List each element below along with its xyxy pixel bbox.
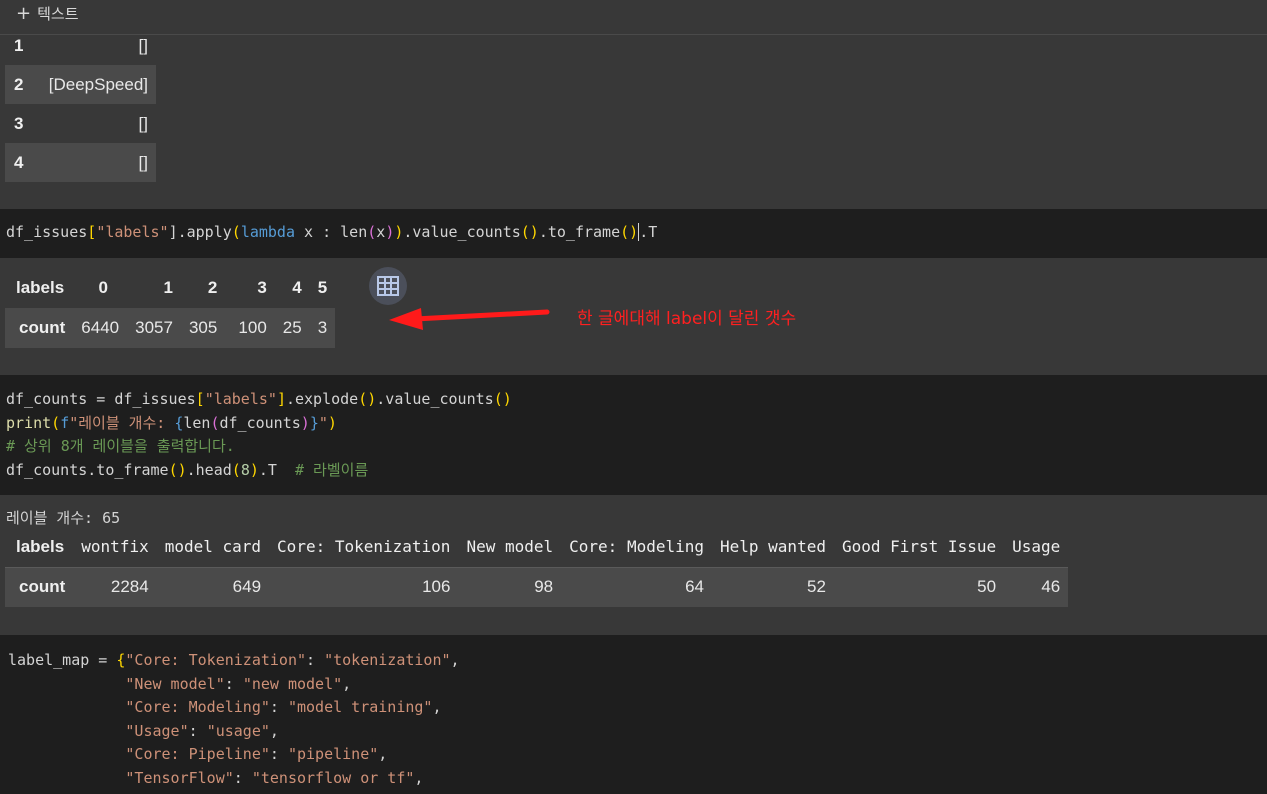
table-row: 4 [] [5,143,156,182]
previous-output-table: 1 [] 2 [DeepSpeed] 3 [] 4 [] [5,26,156,182]
table-cell: 25 [282,318,302,337]
row-index: 2 [14,74,24,94]
column-header: Core: Modeling [569,537,704,557]
header-labels: labels [16,536,65,556]
table-row: 3 [] [5,104,156,143]
row-index: 1 [14,35,24,55]
code-line: print(f"레이블 개수: {len(df_counts)}") [6,413,337,432]
table-cell: 649 [156,566,270,607]
code-cell-label-counts[interactable]: df_counts = df_issues["labels"].explode(… [0,375,1267,495]
row-index: 3 [14,113,24,133]
column-header: Core: Tokenization [277,537,451,557]
table-row: 2 [DeepSpeed] [5,65,156,104]
column-header: Good First Issue [841,537,997,557]
table-cell: 46 [1004,566,1069,607]
code-line: df_issues["labels"].apply(lambda x : len… [6,223,658,241]
annotation-text: 한 글에대해 label이 달린 갯수 [577,309,797,329]
code-line: df_counts.to_frame().head(8).T # 라벨이름 [6,460,369,479]
cell-toolbar: + 텍스트 [0,0,1267,35]
column-header: 2 [207,278,218,297]
row-value: [] [138,152,148,172]
row-value: [] [138,35,148,55]
code-line: "Core: Modeling": "model training", [125,698,442,716]
add-text-button[interactable]: + 텍스트 [16,3,79,24]
value-counts-table: labels 0 1 2 3 4 5 count 6440 3057 305 1… [5,268,336,348]
table-cell: 106 [269,566,459,607]
table-cell: 100 [238,318,267,337]
top-labels-table: labels wontfix model card Core: Tokeniza… [5,527,1069,607]
row-value: [] [138,113,148,133]
table-cell: 50 [833,566,1005,607]
table-header-row: labels 0 1 2 3 4 5 [5,268,335,308]
row-label-count: count [5,566,74,607]
table-icon [377,276,399,296]
table-row: count 2284 649 106 98 64 52 50 46 [5,566,1069,607]
row-label-count: count [19,318,66,337]
column-header: 4 [292,278,302,297]
header-labels: labels [16,278,65,297]
code-cell-label-map[interactable]: label_map = {"Core: Tokenization": "toke… [0,635,1267,794]
column-header: wontfix [81,537,149,557]
table-cell: 52 [712,566,834,607]
row-value: [DeepSpeed] [48,74,148,94]
column-header: 1 [163,278,173,297]
table-cell: 6440 [81,318,120,337]
column-header: Usage [1012,537,1061,557]
code-comment-line: # 상위 8개 레이블을 출력합니다. [6,437,235,455]
table-cell: 64 [561,566,712,607]
table-cell: 98 [458,566,562,607]
table-row: 1 [] [5,26,156,65]
column-header: New model [466,537,554,557]
table-cell: 3 [317,318,328,337]
table-cell: 305 [188,318,218,337]
code-line: "Usage": "usage", [125,721,279,740]
table-cell: 3057 [135,318,173,337]
code-cell-value-counts[interactable]: df_issues["labels"].apply(lambda x : len… [0,209,1267,258]
column-header: 3 [257,278,267,297]
table-cell: 2284 [73,566,157,607]
code-line: "TensorFlow": "tensorflow or tf", [125,768,424,787]
code-line: label_map = {"Core: Tokenization": "toke… [8,651,460,669]
code-line: "Core: Pipeline": "pipeline", [125,745,388,763]
column-header: 0 [98,278,108,297]
add-text-label: 텍스트 [37,5,79,23]
row-index: 4 [14,152,24,172]
annotation-arrow-icon [389,308,550,330]
code-line: "New model": "new model", [125,674,352,693]
table-header-row: labels wontfix model card Core: Tokeniza… [5,527,1068,567]
column-header: Help wanted [720,537,826,557]
table-row: count 6440 3057 305 100 25 3 [5,308,336,348]
column-header: 5 [317,278,328,297]
print-output: 레이블 개수: 65 [6,509,121,527]
plus-icon: + [16,2,32,24]
code-line: df_counts = df_issues["labels"].explode(… [6,390,512,408]
column-header: model card [164,537,262,557]
